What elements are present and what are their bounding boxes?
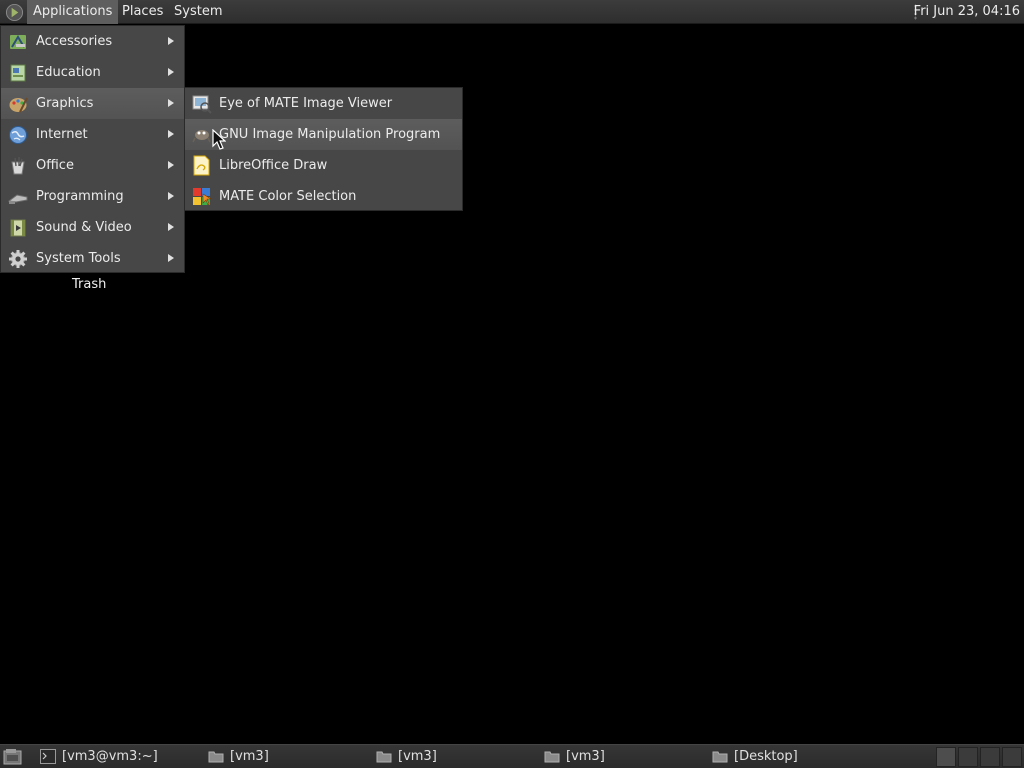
system-tools-gear-icon [9, 250, 27, 268]
chevron-right-icon [168, 223, 174, 231]
task-label: [vm3] [566, 749, 605, 764]
show-desktop-icon[interactable] [3, 748, 22, 765]
internet-globe-icon [9, 126, 27, 144]
menu-item-education[interactable]: Education [1, 57, 184, 88]
system-menu[interactable]: System [168, 0, 228, 24]
chevron-right-icon [168, 37, 174, 45]
submenu-item-label: MATE Color Selection [219, 189, 357, 204]
menu-item-sound-video[interactable]: Sound & Video [1, 212, 184, 243]
menu-item-label: Education [36, 65, 101, 80]
folder-icon [544, 751, 560, 763]
menu-item-accessories[interactable]: Accessories [1, 26, 184, 57]
task-label: [Desktop] [734, 749, 798, 764]
mate-logo-icon[interactable] [5, 3, 24, 22]
taskbar-task-desktop[interactable]: [Desktop] [706, 745, 866, 768]
image-viewer-icon [192, 95, 212, 114]
folder-icon [712, 751, 728, 763]
gimp-icon [192, 130, 211, 143]
clock[interactable]: Fri Jun 23, 04:16 [914, 0, 1020, 24]
menu-item-system-tools[interactable]: System Tools [1, 243, 184, 274]
bottom-panel: [vm3@vm3:~] [vm3] [vm3] [vm3] [Desktop] [0, 744, 1024, 768]
submenu-item-label: Eye of MATE Image Viewer [219, 96, 393, 111]
chevron-right-icon [168, 254, 174, 262]
trash-desktop-icon-label[interactable]: Trash [72, 277, 106, 292]
programming-icon [8, 194, 28, 204]
sound-video-icon [10, 219, 26, 237]
chevron-right-icon [168, 161, 174, 169]
chevron-right-icon [168, 130, 174, 138]
workspace-2[interactable] [958, 747, 978, 767]
task-label: [vm3@vm3:~] [62, 749, 158, 764]
workspace-4[interactable] [1002, 747, 1022, 767]
office-icon [11, 157, 25, 175]
chevron-right-icon [168, 192, 174, 200]
menu-item-label: Programming [36, 189, 124, 204]
chevron-right-icon [168, 99, 174, 107]
graphics-icon [9, 97, 28, 113]
taskbar-task-folder[interactable]: [vm3] [538, 745, 698, 768]
workspace-3[interactable] [980, 747, 1000, 767]
submenu-item-mate-color-selection[interactable]: MATE Color Selection [185, 181, 462, 212]
places-menu[interactable]: Places [116, 0, 169, 24]
education-icon [10, 64, 26, 82]
libreoffice-draw-icon [193, 155, 210, 176]
menu-item-label: Graphics [36, 96, 94, 111]
taskbar-task-terminal[interactable]: [vm3@vm3:~] [34, 745, 194, 768]
menu-item-label: Accessories [36, 34, 113, 49]
submenu-item-label: LibreOffice Draw [219, 158, 328, 173]
applications-menu[interactable]: Applications [27, 0, 119, 24]
folder-icon [376, 751, 392, 763]
submenu-item-eye-of-mate[interactable]: Eye of MATE Image Viewer [185, 88, 462, 119]
taskbar-task-folder[interactable]: [vm3] [370, 745, 530, 768]
menu-item-programming[interactable]: Programming [1, 181, 184, 212]
submenu-item-libreoffice-draw[interactable]: LibreOffice Draw [185, 150, 462, 181]
menu-item-label: Internet [36, 127, 88, 142]
accessories-icon [10, 35, 26, 49]
menu-item-office[interactable]: Office [1, 150, 184, 181]
submenu-item-gimp[interactable]: GNU Image Manipulation Program [185, 119, 462, 150]
folder-icon [208, 751, 224, 763]
terminal-icon [40, 749, 56, 764]
task-label: [vm3] [230, 749, 269, 764]
menu-item-internet[interactable]: Internet [1, 119, 184, 150]
color-selection-icon [193, 188, 212, 206]
menu-item-label: System Tools [36, 251, 121, 266]
workspace-1[interactable] [936, 747, 956, 767]
top-panel: Applications Places System Fri Jun 23, 0… [0, 0, 1024, 24]
menu-item-graphics[interactable]: Graphics [1, 88, 184, 119]
task-label: [vm3] [398, 749, 437, 764]
submenu-item-label: GNU Image Manipulation Program [219, 127, 441, 142]
applications-dropdown: Accessories Education Graphics Internet [0, 25, 185, 273]
menu-item-label: Sound & Video [36, 220, 132, 235]
taskbar-task-folder[interactable]: [vm3] [202, 745, 362, 768]
menu-item-label: Office [36, 158, 74, 173]
chevron-right-icon [168, 68, 174, 76]
mouse-pointer-icon [212, 129, 226, 150]
